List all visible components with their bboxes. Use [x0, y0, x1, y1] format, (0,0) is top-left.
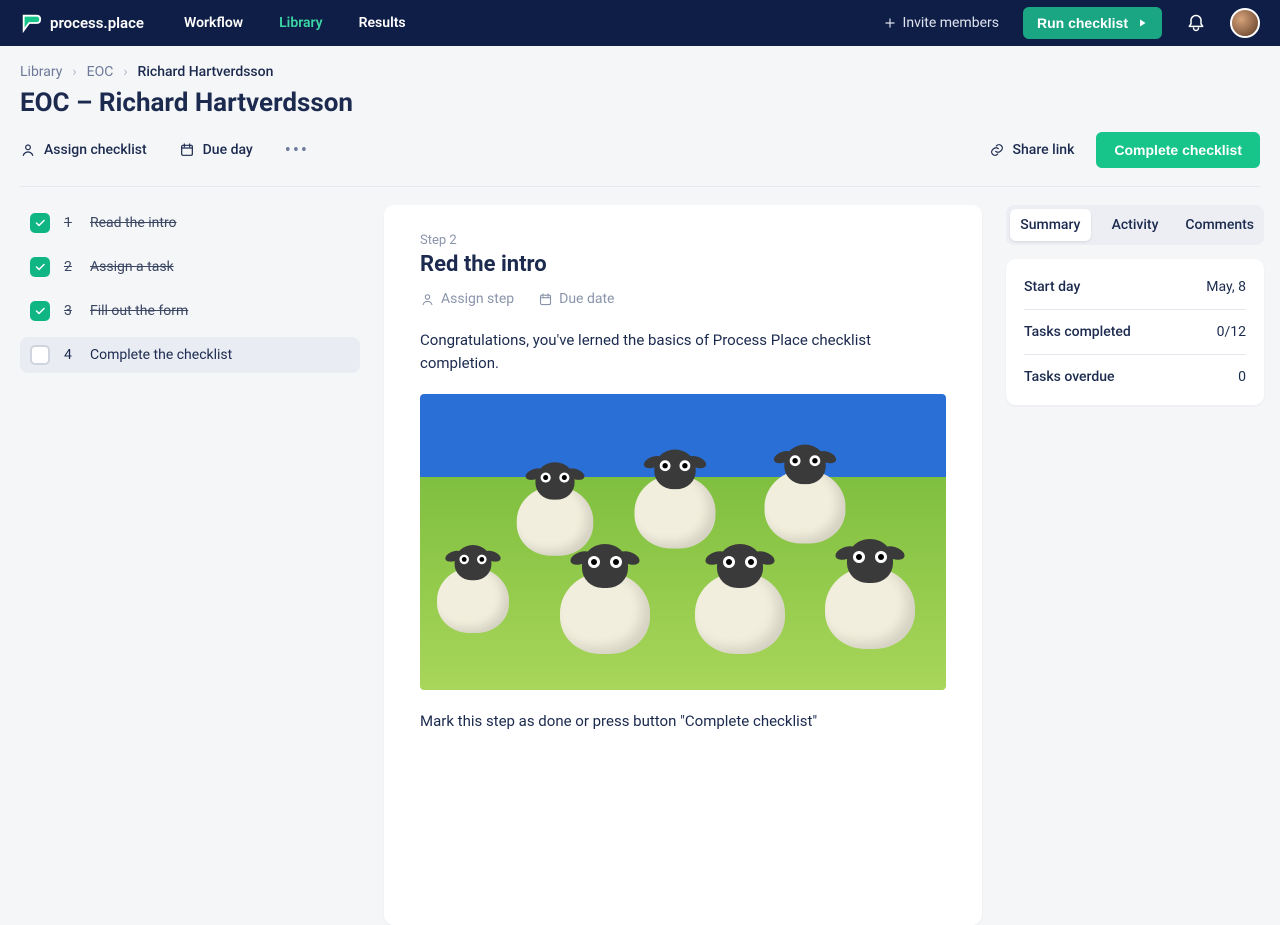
- tab-activity[interactable]: Activity: [1095, 209, 1176, 241]
- summary-value: 0: [1238, 369, 1246, 385]
- crumb-current: Richard Hartverdsson: [138, 64, 274, 80]
- side-panel: Summary Activity Comments Start day May, …: [1006, 205, 1264, 405]
- checkbox-checked-icon[interactable]: [30, 257, 50, 277]
- due-label: Due day: [203, 142, 253, 158]
- assign-label: Assign checklist: [44, 142, 147, 158]
- step-detail-card: Step 2 Red the intro Assign step Due dat…: [384, 205, 982, 925]
- invite-members[interactable]: Invite members: [883, 15, 999, 31]
- step-number: 3: [64, 303, 76, 319]
- calendar-icon: [179, 142, 195, 158]
- crumb-eoc[interactable]: EOC: [87, 64, 114, 80]
- step-row[interactable]: 4 Complete the checklist: [20, 337, 360, 373]
- summary-row: Tasks overdue 0: [1024, 355, 1246, 399]
- run-checklist-button[interactable]: Run checklist: [1023, 7, 1162, 39]
- summary-label: Tasks overdue: [1024, 369, 1115, 385]
- checkbox-empty-icon[interactable]: [30, 345, 50, 365]
- due-date-label: Due date: [559, 291, 614, 307]
- play-icon: [1136, 17, 1148, 29]
- share-label: Share link: [1013, 142, 1075, 158]
- checkbox-checked-icon[interactable]: [30, 301, 50, 321]
- due-date-button[interactable]: Due date: [538, 291, 614, 307]
- crumb-library[interactable]: Library: [20, 64, 62, 80]
- breadcrumb: Library › EOC › Richard Hartverdsson: [20, 64, 1260, 80]
- page-toolbar: Assign checklist Due day ••• Share link …: [20, 132, 1260, 187]
- step-label: Read the intro: [90, 215, 177, 231]
- step-number: 1: [64, 215, 76, 231]
- brand-logo[interactable]: process.place: [20, 12, 144, 34]
- summary-value: May, 8: [1206, 279, 1246, 295]
- step-paragraph: Mark this step as done or press button "…: [420, 710, 946, 733]
- step-tag: Step 2: [420, 233, 946, 248]
- summary-value: 0/12: [1217, 324, 1246, 340]
- top-nav: process.place Workflow Library Results I…: [0, 0, 1280, 46]
- complete-checklist-button[interactable]: Complete checklist: [1096, 132, 1260, 168]
- logo-icon: [20, 12, 42, 34]
- page-title: EOC – Richard Hartverdsson: [20, 88, 1260, 118]
- brand-name: process.place: [50, 14, 144, 32]
- tab-summary[interactable]: Summary: [1010, 209, 1091, 241]
- side-tabs: Summary Activity Comments: [1006, 205, 1264, 245]
- steps-list: 1 Read the intro 2 Assign a task 3 Fill out t…: [20, 205, 360, 381]
- summary-card: Start dayMay, 8Tasks completed0/12Tasks …: [1006, 259, 1264, 405]
- summary-label: Tasks completed: [1024, 324, 1131, 340]
- link-icon: [989, 142, 1005, 158]
- step-image: [420, 394, 946, 690]
- step-label: Fill out the form: [90, 303, 188, 319]
- step-number: 2: [64, 259, 76, 275]
- step-label: Complete the checklist: [90, 347, 232, 363]
- summary-row: Tasks completed 0/12: [1024, 310, 1246, 355]
- checkbox-checked-icon[interactable]: [30, 213, 50, 233]
- step-row[interactable]: 3 Fill out the form: [20, 293, 360, 329]
- nav-workflow[interactable]: Workflow: [184, 15, 243, 31]
- calendar-icon: [538, 292, 553, 307]
- share-link-button[interactable]: Share link: [989, 142, 1075, 158]
- step-row[interactable]: 2 Assign a task: [20, 249, 360, 285]
- step-label: Assign a task: [90, 259, 174, 275]
- tab-comments[interactable]: Comments: [1179, 209, 1260, 241]
- step-row[interactable]: 1 Read the intro: [20, 205, 360, 241]
- invite-label: Invite members: [903, 15, 999, 31]
- step-paragraph: Congratulations, you've lerned the basic…: [420, 329, 946, 374]
- nav-links: Workflow Library Results: [184, 15, 406, 31]
- assign-step-button[interactable]: Assign step: [420, 291, 514, 307]
- nav-results[interactable]: Results: [359, 15, 406, 31]
- person-icon: [420, 292, 435, 307]
- summary-row: Start day May, 8: [1024, 265, 1246, 310]
- plus-icon: [883, 16, 897, 30]
- assign-step-label: Assign step: [441, 291, 514, 307]
- step-title: Red the intro: [420, 252, 946, 277]
- person-icon: [20, 142, 36, 158]
- assign-checklist-button[interactable]: Assign checklist: [20, 142, 147, 158]
- bell-icon[interactable]: [1186, 13, 1206, 33]
- step-number: 4: [64, 347, 76, 363]
- summary-label: Start day: [1024, 279, 1080, 295]
- user-avatar[interactable]: [1230, 8, 1260, 38]
- run-label: Run checklist: [1037, 15, 1128, 31]
- chevron-icon: ›: [123, 64, 127, 80]
- more-menu[interactable]: •••: [285, 140, 309, 161]
- chevron-icon: ›: [72, 64, 76, 80]
- nav-library[interactable]: Library: [279, 15, 323, 31]
- due-day-button[interactable]: Due day: [179, 142, 253, 158]
